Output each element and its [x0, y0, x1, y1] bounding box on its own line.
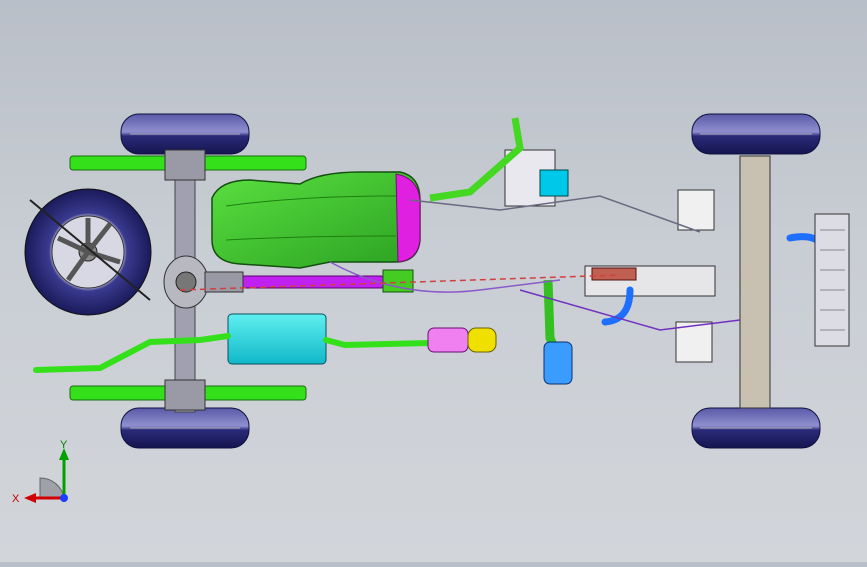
fuel-tank-icon[interactable] — [211, 171, 421, 269]
radiator-icon[interactable] — [814, 213, 850, 347]
triad-x-label: X — [12, 493, 20, 505]
rear-left-tire-icon[interactable] — [120, 113, 250, 155]
cad-viewport[interactable] — [0, 0, 867, 562]
catalytic-converter-icon[interactable] — [427, 327, 497, 353]
front-left-tire-icon[interactable] — [691, 113, 821, 155]
front-suspension[interactable] — [584, 155, 771, 409]
spare-wheel-icon[interactable] — [24, 188, 152, 316]
front-right-tire-icon[interactable] — [691, 407, 821, 449]
coordinate-triad: X Y — [10, 438, 80, 512]
muffler-icon[interactable] — [227, 313, 327, 365]
rear-right-tire-icon[interactable] — [120, 407, 250, 449]
triad-z-icon — [39, 477, 65, 499]
triad-y-label: Y — [60, 439, 68, 451]
triad-origin-icon — [60, 494, 68, 502]
driveshaft-icon[interactable] — [204, 269, 414, 293]
rear-axle-icon[interactable] — [163, 255, 209, 309]
